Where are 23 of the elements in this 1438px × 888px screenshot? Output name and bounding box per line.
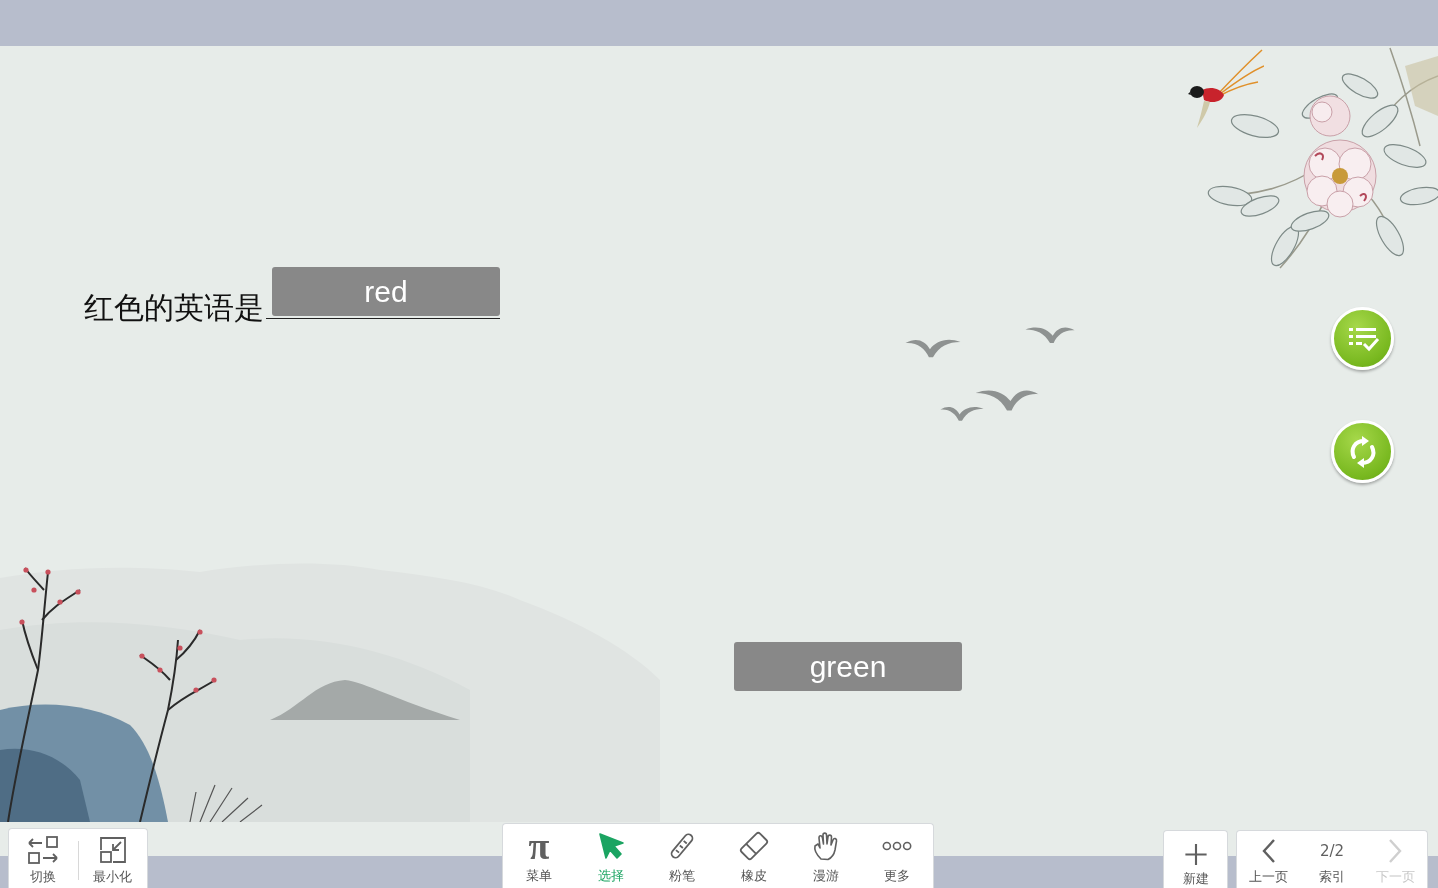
switch-arrows-icon — [27, 835, 60, 865]
switch-button[interactable]: 切换 — [9, 829, 78, 888]
question-text: 红色的英语是 — [84, 291, 264, 325]
minimize-button[interactable]: 最小化 — [78, 829, 147, 888]
plus-icon — [1182, 843, 1209, 866]
menu-tool-button[interactable]: π 菜单 — [503, 824, 575, 888]
pan-tool-button[interactable]: 漫游 — [789, 824, 862, 888]
refresh-button[interactable] — [1331, 420, 1394, 483]
pi-icon: π — [528, 831, 550, 861]
more-tool-button[interactable]: 更多 — [861, 824, 934, 888]
page-index-button[interactable]: 2/2 索引 — [1300, 831, 1364, 888]
chevron-left-icon — [1260, 838, 1277, 864]
chalk-tool-button[interactable]: 粉笔 — [646, 824, 718, 888]
option-card[interactable]: green — [734, 642, 962, 691]
checklist-button[interactable] — [1331, 307, 1394, 370]
prev-page-button[interactable]: 上一页 — [1237, 831, 1301, 888]
flying-bird-icon — [1025, 324, 1075, 344]
eraser-icon — [738, 831, 769, 861]
new-page-button[interactable]: 新建 — [1164, 831, 1227, 888]
eraser-tool-button[interactable]: 橡皮 — [718, 824, 790, 888]
chevron-right-icon — [1387, 838, 1404, 864]
page-counter: 2/2 — [1319, 841, 1345, 862]
more-dots-icon — [882, 840, 913, 852]
